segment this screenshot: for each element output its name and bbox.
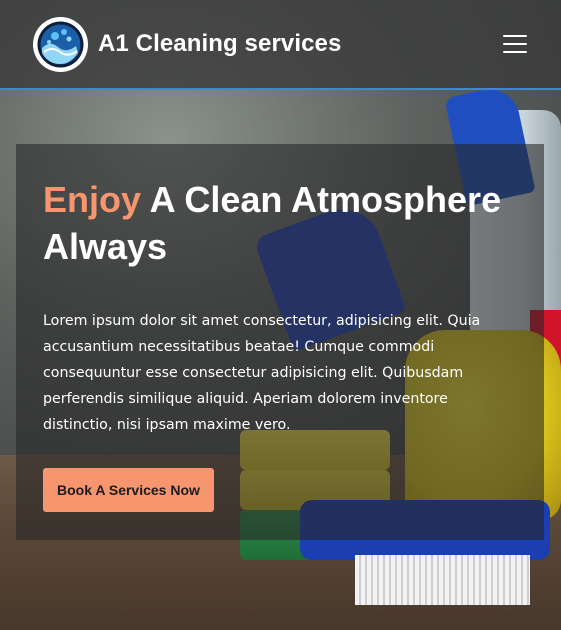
brand-link[interactable]: A1 Cleaning services xyxy=(33,16,342,72)
hero-section: A1 Cleaning services Enjoy A Clean Atmos… xyxy=(0,0,561,630)
cleaning-bubbles-logo-icon xyxy=(33,16,88,72)
hero-card: Enjoy A Clean Atmosphere Always Lorem ip… xyxy=(16,144,544,540)
brand-name: A1 Cleaning services xyxy=(98,30,342,57)
hero-description: Lorem ipsum dolor sit amet consectetur, … xyxy=(43,313,481,433)
headline-accent: Enjoy xyxy=(43,179,142,220)
background-brush-bristles xyxy=(355,555,530,605)
menu-bar xyxy=(503,35,527,37)
menu-bar xyxy=(503,43,527,45)
book-services-button[interactable]: Book A Services Now xyxy=(43,468,214,512)
navbar: A1 Cleaning services xyxy=(0,0,561,90)
hamburger-menu-icon[interactable] xyxy=(503,35,527,53)
hero-headline: Enjoy A Clean Atmosphere Always xyxy=(43,176,517,270)
menu-bar xyxy=(503,51,527,53)
